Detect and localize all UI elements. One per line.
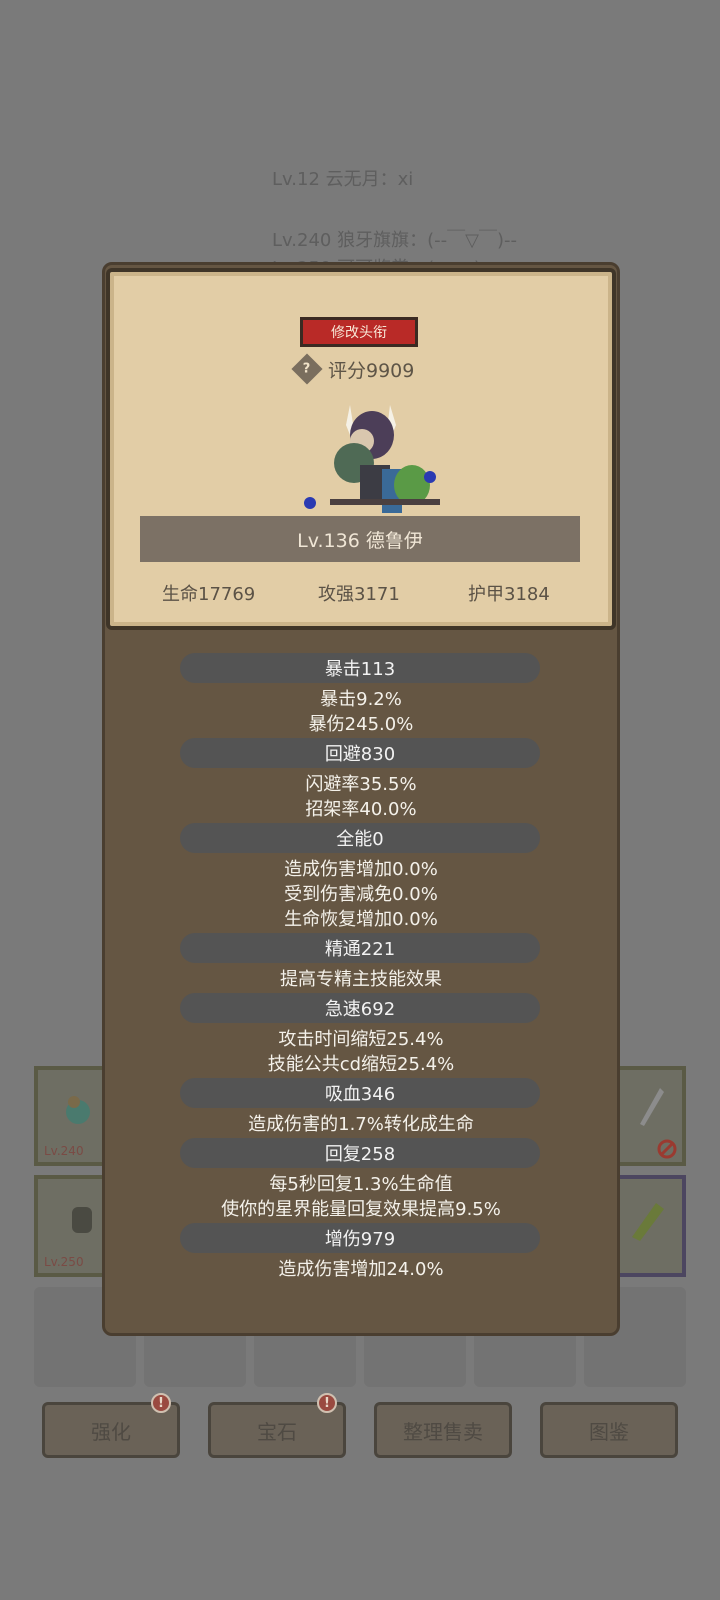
gem-staff-icon (632, 1203, 664, 1241)
mastery-header: 精通221 (180, 933, 540, 963)
stat-line: 造成伤害的1.7%转化成生命 (248, 1114, 474, 1135)
slot-level: Lv.240 (44, 1144, 84, 1158)
hero-name: Lv.136 德鲁伊 (297, 529, 423, 552)
gem-button[interactable]: 宝石 ! (208, 1393, 346, 1458)
stat-line: 每5秒回复1.3%生命值 (269, 1174, 453, 1195)
edit-title-button[interactable]: 修改头衔 (300, 317, 418, 347)
damage-bonus-header: 增伤979 (180, 1223, 540, 1253)
stat-line: 提高专精主技能效果 (280, 969, 442, 990)
versatility-header: 全能0 (180, 823, 540, 853)
stat-line: 闪避率35.5% (305, 774, 417, 795)
background-text-2: Lv.240 狼牙旗旗：(--￣▽￣)-- (272, 230, 517, 251)
stat-line: 技能公共cd缩短25.4% (267, 1054, 455, 1075)
stat-line: 暴伤245.0% (308, 714, 414, 735)
leech-header: 吸血346 (180, 1078, 540, 1108)
attack-stat: 攻强3171 (318, 584, 400, 605)
alert-icon: ! (151, 1393, 171, 1413)
score-row: ? 评分9909 (291, 353, 415, 385)
stat-line: 受到伤害减免0.0% (284, 884, 438, 905)
druid-character-icon (304, 405, 440, 513)
sort-sell-button[interactable]: 整理售卖 (374, 1402, 512, 1458)
edit-title-label: 修改头衔 (331, 325, 387, 341)
stat-line: 攻击时间缩短25.4% (278, 1029, 444, 1050)
prohibited-icon (657, 1139, 677, 1159)
background-text-3: Lv.250 可可鉴赏：(--▽--) (272, 254, 481, 262)
codex-button[interactable]: 图鉴 (540, 1402, 678, 1458)
hero-name-bar: Lv.136 德鲁伊 (140, 516, 580, 562)
equipment-slot-left-2[interactable]: Lv.250 (34, 1175, 106, 1277)
helmet-icon (72, 1207, 92, 1233)
slot-level: Lv.250 (44, 1255, 84, 1269)
sort-sell-label: 整理售卖 (403, 1419, 483, 1444)
armor-stat: 护甲3184 (468, 584, 550, 605)
stat-line: 暴击9.2% (320, 689, 402, 710)
dodge-header: 回避830 (180, 738, 540, 768)
dagger-icon (640, 1088, 664, 1126)
alert-icon: ! (317, 1393, 337, 1413)
help-mark: ? (303, 361, 311, 377)
gem-label: 宝石 (257, 1419, 297, 1444)
enhance-button[interactable]: 强化 ! (42, 1393, 180, 1458)
equipment-slot-right-1[interactable] (616, 1066, 686, 1166)
codex-label: 图鉴 (589, 1419, 629, 1444)
equipment-slot-right-2[interactable] (616, 1175, 686, 1277)
crit-header: 暴击113 (180, 653, 540, 683)
stat-line: 招架率40.0% (305, 799, 417, 820)
stat-line: 使你的星界能量回复效果提高9.5% (221, 1199, 501, 1220)
background-text-1: Lv.12 云无月：xi (272, 169, 414, 190)
score-text: 评分9909 (328, 359, 415, 382)
regen-header: 回复258 (180, 1138, 540, 1168)
help-icon[interactable]: ? (291, 353, 323, 385)
enhance-label: 强化 (91, 1419, 131, 1444)
equipment-slot-left-1[interactable]: Lv.240 (34, 1066, 106, 1166)
amulet-icon (66, 1096, 90, 1124)
haste-header: 急速692 (180, 993, 540, 1023)
stat-line: 生命恢复增加0.0% (284, 909, 438, 930)
stat-line: 造成伤害增加24.0% (278, 1259, 444, 1280)
life-stat: 生命17769 (162, 584, 256, 605)
stat-line: 造成伤害增加0.0% (284, 859, 438, 880)
